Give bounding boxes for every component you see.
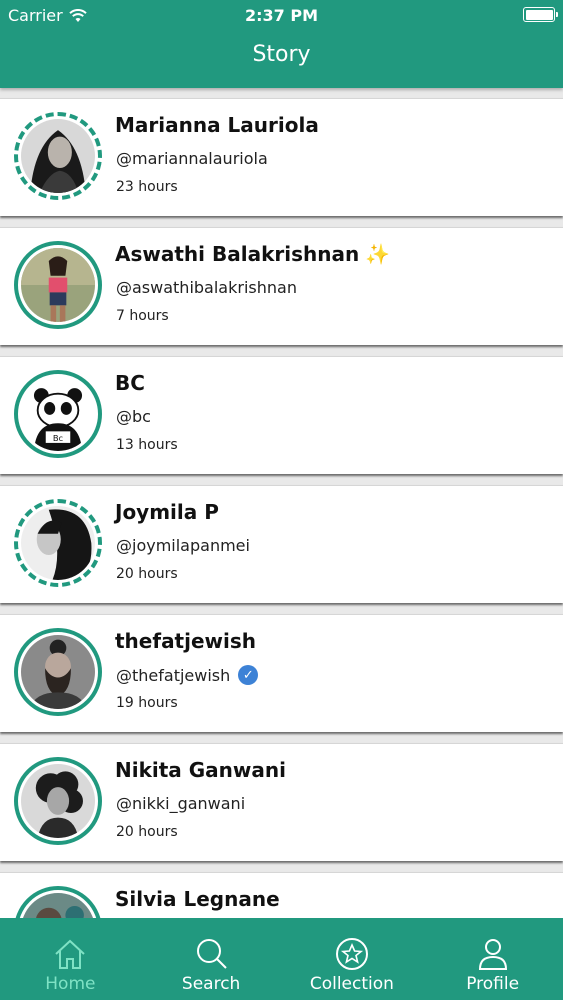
story-card[interactable]: Joymila P @joymilapanmei 20 hours xyxy=(0,485,563,603)
story-time: 19 hours xyxy=(116,695,178,711)
story-handle: @bc xyxy=(116,407,151,426)
home-icon xyxy=(55,939,86,969)
portrait-woman-pink-top-icon xyxy=(21,248,95,322)
story-card[interactable]: Silvia Legnane xyxy=(0,872,563,918)
page-title: Story xyxy=(252,42,311,67)
story-handle: @joymilapanmei xyxy=(116,536,250,555)
portrait-woman-bw-icon xyxy=(21,506,95,580)
story-ring: Bc xyxy=(14,370,102,458)
handle-text: @nikki_ganwani xyxy=(116,794,246,813)
star-circle-icon xyxy=(335,938,368,970)
story-list[interactable]: Marianna Lauriola @mariannalauriola 23 h… xyxy=(0,88,563,918)
tab-profile-label: Profile xyxy=(466,974,520,994)
tab-collection[interactable]: Collection xyxy=(282,918,423,1000)
story-name: BC xyxy=(115,371,145,395)
story-ring xyxy=(14,112,102,200)
name-text: Aswathi Balakrishnan xyxy=(115,242,360,266)
story-card[interactable]: Bc BC @bc 13 hours xyxy=(0,356,563,474)
story-handle: @mariannalauriola xyxy=(116,149,268,168)
story-card[interactable]: Nikita Ganwani @nikki_ganwani 20 hours xyxy=(0,743,563,861)
story-ring xyxy=(14,241,102,329)
tab-home[interactable]: Home xyxy=(0,918,141,1000)
story-name: Silvia Legnane xyxy=(115,887,280,911)
story-name: Nikita Ganwani xyxy=(115,758,286,782)
story-time: 23 hours xyxy=(116,179,178,195)
portrait-man-beard-icon xyxy=(21,635,95,709)
story-ring xyxy=(14,628,102,716)
handle-text: @bc xyxy=(116,407,151,426)
name-text: Joymila P xyxy=(115,500,219,524)
tab-collection-label: Collection xyxy=(309,974,394,994)
story-name: Marianna Lauriola xyxy=(115,113,319,137)
story-time: 13 hours xyxy=(116,437,178,453)
name-text: Nikita Ganwani xyxy=(115,758,286,782)
portrait-woman-curly-icon xyxy=(21,764,95,838)
story-name: thefatjewish xyxy=(115,629,256,653)
sparkles-icon: ✨ xyxy=(365,242,391,266)
story-handle: @nikki_ganwani xyxy=(116,794,245,813)
svg-text:Bc: Bc xyxy=(53,433,64,443)
name-text: thefatjewish xyxy=(115,629,257,653)
status-bar: Carrier 2:37 PM xyxy=(0,4,563,26)
name-text: Marianna Lauriola xyxy=(115,113,319,137)
story-card[interactable]: thefatjewish @thefatjewish ✓ 19 hours xyxy=(0,614,563,732)
story-handle: @thefatjewish ✓ xyxy=(116,665,259,685)
portrait-woman-dark-icon xyxy=(21,119,95,193)
tab-home-label: Home xyxy=(45,974,96,994)
story-card[interactable]: Marianna Lauriola @mariannalauriola 23 h… xyxy=(0,98,563,216)
tab-search-label: Search xyxy=(181,974,241,994)
tab-profile[interactable]: Profile xyxy=(422,918,563,1000)
verified-badge-icon: ✓ xyxy=(238,665,259,685)
story-card[interactable]: Aswathi Balakrishnan ✨ @aswathibalakrishn… xyxy=(0,227,563,345)
story-name: Aswathi Balakrishnan ✨ xyxy=(115,242,390,266)
handle-text: @joymilapanmei xyxy=(116,536,250,555)
story-handle: @aswathibalakrishnan xyxy=(116,278,297,297)
search-icon xyxy=(197,939,227,969)
name-text: BC xyxy=(115,371,145,395)
story-time: 20 hours xyxy=(116,566,178,582)
handle-text: @aswathibalakrishnan xyxy=(116,278,297,297)
name-text: Silvia Legnane xyxy=(115,887,280,911)
clock: 2:37 PM xyxy=(244,6,318,25)
portrait-partial-icon xyxy=(21,893,95,918)
tab-search[interactable]: Search xyxy=(141,918,282,1000)
battery-icon xyxy=(523,7,558,22)
story-ring xyxy=(14,757,102,845)
avatar xyxy=(21,893,95,918)
person-icon xyxy=(478,939,507,970)
avatar xyxy=(21,764,95,838)
avatar: Bc xyxy=(21,377,95,451)
avatar xyxy=(21,635,95,709)
story-ring xyxy=(14,886,102,918)
panda-logo-icon: Bc xyxy=(21,377,95,451)
story-name: Joymila P xyxy=(115,500,219,524)
avatar xyxy=(21,119,95,193)
story-time: 7 hours xyxy=(116,308,169,324)
avatar xyxy=(21,248,95,322)
story-ring xyxy=(14,499,102,587)
avatar xyxy=(21,506,95,580)
tab-bar: Home Search Collection Profile xyxy=(0,918,563,1000)
handle-text: @thefatjewish xyxy=(116,665,231,685)
navigation-bar: Carrier 2:37 PM Story xyxy=(0,0,563,88)
handle-text: @mariannalauriola xyxy=(116,149,268,168)
story-time: 20 hours xyxy=(116,824,178,840)
